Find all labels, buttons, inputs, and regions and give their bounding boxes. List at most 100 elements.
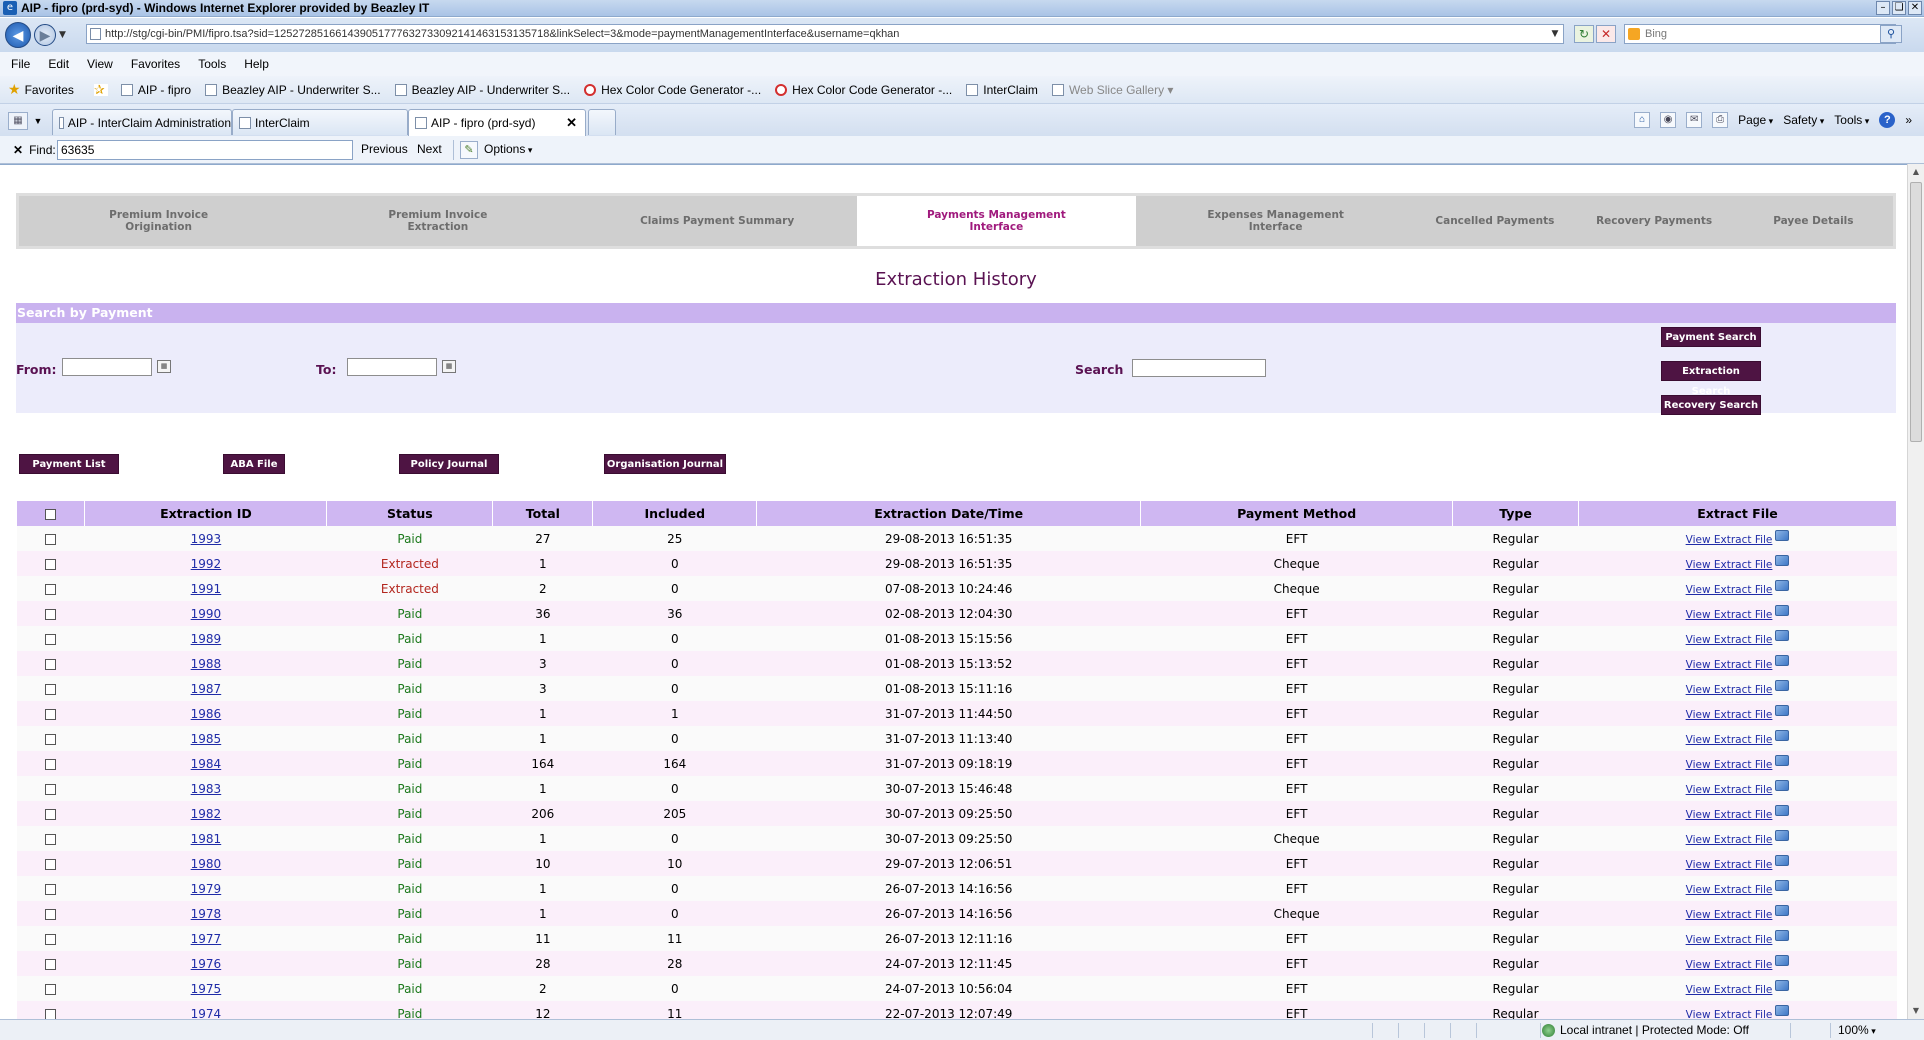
extraction-id-link[interactable]: 1977 xyxy=(191,932,222,946)
extract-file-icon[interactable] xyxy=(1775,654,1790,666)
extraction-id-link[interactable]: 1974 xyxy=(191,1007,222,1020)
view-extract-file-link[interactable]: View Extract File xyxy=(1686,559,1773,571)
view-extract-file-link[interactable]: View Extract File xyxy=(1686,659,1773,671)
extract-file-icon[interactable] xyxy=(1775,854,1790,866)
close-window-icon[interactable]: ✕ xyxy=(1908,1,1922,15)
view-extract-file-link[interactable]: View Extract File xyxy=(1686,784,1773,796)
calendar-icon[interactable]: ▦ xyxy=(442,360,456,373)
find-previous-button[interactable]: Previous xyxy=(361,142,408,156)
extract-file-icon[interactable] xyxy=(1775,579,1790,591)
search-input[interactable] xyxy=(1132,359,1266,377)
extract-file-icon[interactable] xyxy=(1775,929,1790,941)
row-checkbox[interactable] xyxy=(45,658,57,670)
extraction-id-link[interactable]: 1993 xyxy=(191,532,222,546)
extract-file-icon[interactable] xyxy=(1775,779,1790,791)
refresh-icon[interactable]: ↻ xyxy=(1574,25,1594,43)
extraction-id-link[interactable]: 1985 xyxy=(191,732,222,746)
row-checkbox[interactable] xyxy=(45,808,57,820)
fav-item-beazley-1[interactable]: Beazley AIP - Underwriter S... xyxy=(205,83,381,97)
view-extract-file-link[interactable]: View Extract File xyxy=(1686,884,1773,896)
row-checkbox[interactable] xyxy=(45,733,57,745)
scroll-up-icon[interactable]: ▲ xyxy=(1908,164,1924,180)
row-checkbox[interactable] xyxy=(45,708,57,720)
find-next-button[interactable]: Next xyxy=(417,142,442,156)
security-zone[interactable]: Local intranet | Protected Mode: Off xyxy=(1542,1023,1749,1037)
chevron-more-icon[interactable]: » xyxy=(1905,113,1912,127)
restore-icon[interactable]: ❏ xyxy=(1892,1,1906,15)
extraction-id-link[interactable]: 1992 xyxy=(191,557,222,571)
tab-fipro[interactable]: AIP - fipro (prd-syd) ✕ xyxy=(408,109,586,136)
payment-list-button[interactable]: Payment List xyxy=(19,454,119,474)
extraction-id-link[interactable]: 1975 xyxy=(191,982,222,996)
payment-search-button[interactable]: Payment Search xyxy=(1661,327,1761,347)
extraction-id-link[interactable]: 1990 xyxy=(191,607,222,621)
new-tab-button[interactable] xyxy=(588,109,616,135)
row-checkbox[interactable] xyxy=(45,583,57,595)
calendar-icon[interactable]: ▦ xyxy=(157,360,171,373)
extraction-id-link[interactable]: 1987 xyxy=(191,682,222,696)
col-included[interactable]: Included xyxy=(592,501,758,526)
extract-file-icon[interactable] xyxy=(1775,679,1790,691)
mail-icon[interactable]: ✉ xyxy=(1686,112,1703,128)
extraction-id-link[interactable]: 1983 xyxy=(191,782,222,796)
organisation-journal-button[interactable]: Organisation Journal xyxy=(604,454,726,474)
aba-file-button[interactable]: ABA File xyxy=(223,454,285,474)
extract-file-icon[interactable] xyxy=(1775,604,1790,616)
extraction-id-link[interactable]: 1988 xyxy=(191,657,222,671)
extract-file-icon[interactable] xyxy=(1775,829,1790,841)
close-tab-icon[interactable]: ✕ xyxy=(566,115,577,131)
nav-recovery-payments[interactable]: Recovery Payments xyxy=(1575,196,1734,246)
view-extract-file-link[interactable]: View Extract File xyxy=(1686,859,1773,871)
find-options-button[interactable]: Options xyxy=(484,142,532,156)
row-checkbox[interactable] xyxy=(45,883,57,895)
back-button[interactable]: ◀ xyxy=(5,22,31,48)
row-checkbox[interactable] xyxy=(45,683,57,695)
extraction-id-link[interactable]: 1984 xyxy=(191,757,222,771)
nav-claims-payment-summary[interactable]: Claims Payment Summary xyxy=(578,196,857,246)
menu-favorites[interactable]: Favorites xyxy=(131,57,180,71)
policy-journal-button[interactable]: Policy Journal xyxy=(399,454,499,474)
extract-file-icon[interactable] xyxy=(1775,529,1790,541)
col-extract-file[interactable]: Extract File xyxy=(1578,501,1897,526)
url-field[interactable]: http://stg/cgi-bin/PMI/fipro.tsa?sid=125… xyxy=(86,24,1564,44)
page-menu[interactable]: Page xyxy=(1738,113,1773,127)
row-checkbox[interactable] xyxy=(45,533,57,545)
extraction-id-link[interactable]: 1980 xyxy=(191,857,222,871)
col-extraction-id[interactable]: Extraction ID xyxy=(84,501,328,526)
nav-premium-invoice-extraction[interactable]: Premium Invoice Extraction xyxy=(298,196,577,246)
web-search-field[interactable]: Bing xyxy=(1624,24,1896,44)
fav-item-beazley-2[interactable]: Beazley AIP - Underwriter S... xyxy=(394,83,570,97)
col-total[interactable]: Total xyxy=(492,501,594,526)
extract-file-icon[interactable] xyxy=(1775,554,1790,566)
scroll-down-icon[interactable]: ▼ xyxy=(1908,1003,1924,1019)
menu-tools[interactable]: Tools xyxy=(198,57,226,71)
extraction-id-link[interactable]: 1982 xyxy=(191,807,222,821)
nav-payments-management-interface[interactable]: Payments Management Interface xyxy=(856,196,1136,246)
extraction-id-link[interactable]: 1979 xyxy=(191,882,222,896)
help-icon[interactable]: ? xyxy=(1879,112,1896,128)
recovery-search-button[interactable]: Recovery Search xyxy=(1661,395,1761,415)
row-checkbox[interactable] xyxy=(45,783,57,795)
menu-edit[interactable]: Edit xyxy=(48,57,69,71)
view-extract-file-link[interactable]: View Extract File xyxy=(1686,684,1773,696)
nav-cancelled-payments[interactable]: Cancelled Payments xyxy=(1415,196,1574,246)
row-checkbox[interactable] xyxy=(45,758,57,770)
url-dropdown-icon[interactable]: ▼ xyxy=(1548,25,1562,43)
row-checkbox[interactable] xyxy=(45,958,57,970)
nav-premium-invoice-origination[interactable]: Premium Invoice Origination xyxy=(19,196,298,246)
col-status[interactable]: Status xyxy=(326,501,494,526)
extract-file-icon[interactable] xyxy=(1775,629,1790,641)
scroll-thumb[interactable] xyxy=(1910,182,1922,442)
fav-item-hex-2[interactable]: Hex Color Code Generator -... xyxy=(775,83,952,97)
view-extract-file-link[interactable]: View Extract File xyxy=(1686,634,1773,646)
home-icon[interactable]: ⌂ xyxy=(1634,112,1651,128)
vertical-scrollbar[interactable]: ▲ ▼ xyxy=(1907,164,1924,1019)
col-type[interactable]: Type xyxy=(1452,501,1580,526)
safety-menu[interactable]: Safety xyxy=(1783,113,1824,127)
menu-help[interactable]: Help xyxy=(244,57,269,71)
tab-interclaim-admin[interactable]: AIP - InterClaim Administration xyxy=(52,109,232,135)
fav-item-hex-1[interactable]: Hex Color Code Generator -... xyxy=(584,83,761,97)
view-extract-file-link[interactable]: View Extract File xyxy=(1686,809,1773,821)
col-payment-method[interactable]: Payment Method xyxy=(1140,501,1454,526)
row-checkbox[interactable] xyxy=(45,633,57,645)
